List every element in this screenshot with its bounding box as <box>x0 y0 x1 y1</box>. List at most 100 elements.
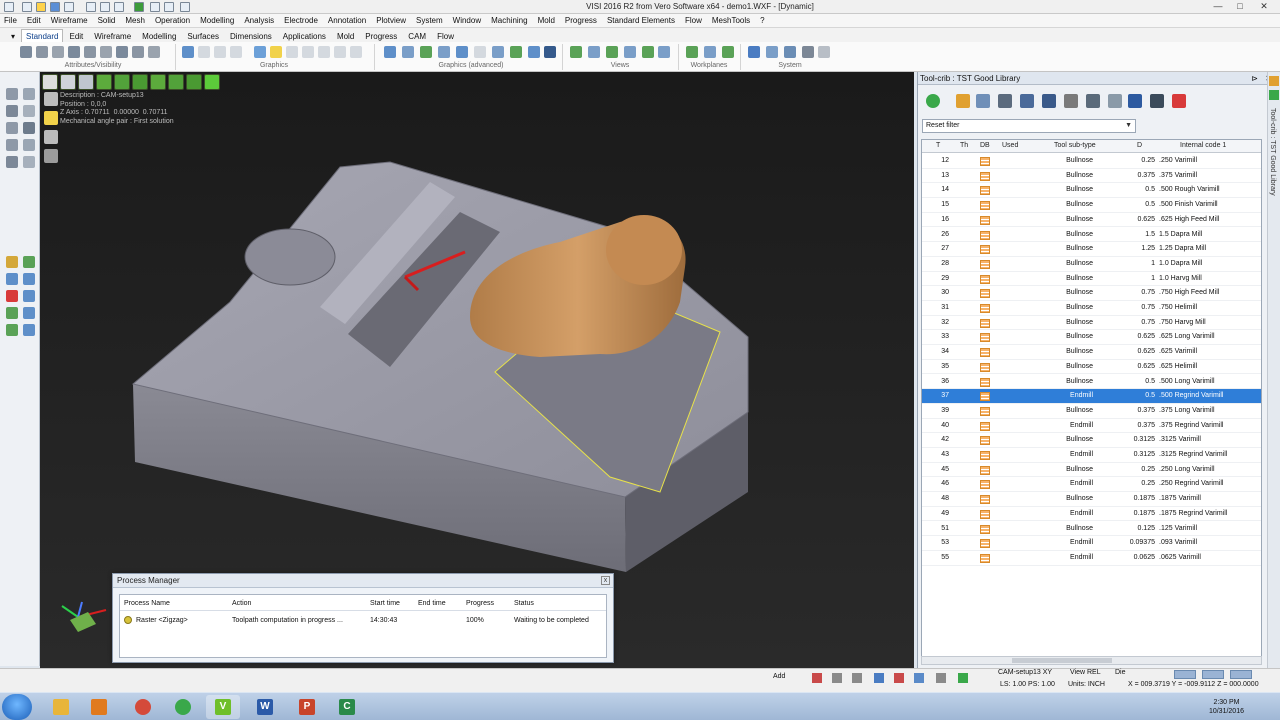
table-row[interactable]: Raster <Zigzag> Toolpath computation in … <box>120 614 606 628</box>
status-icon-1[interactable] <box>812 673 822 683</box>
view-top-icon[interactable] <box>588 46 600 58</box>
table-row[interactable]: 30 Bullnose 0.75 .750 High Feed Mill <box>922 286 1261 301</box>
left-tool-2-icon[interactable] <box>6 105 18 117</box>
tab-progress[interactable]: Progress <box>360 29 402 42</box>
table-row[interactable]: 15 Bullnose 0.5 .500 Finish Varimill <box>922 198 1261 213</box>
menu-item-8[interactable]: Electrode <box>284 16 318 25</box>
table-row[interactable]: 53 Endmill 0.09375 .093 Varimill <box>922 536 1261 551</box>
table-row[interactable]: 13 Bullnose 0.375 .375 Varimill <box>922 169 1261 184</box>
workplane-1-icon[interactable] <box>686 46 698 58</box>
maximize-button[interactable]: □ <box>1232 1 1248 12</box>
menu-item-17[interactable]: Flow <box>685 16 702 25</box>
left-tool-0-icon[interactable] <box>6 88 18 100</box>
undo-icon[interactable] <box>150 2 160 12</box>
hidden-view-icon[interactable] <box>230 46 242 58</box>
left-tool-10-icon[interactable] <box>6 256 18 268</box>
system-grid-icon[interactable] <box>748 46 760 58</box>
table-row[interactable]: 12 Bullnose 0.25 .250 Varimill <box>922 154 1261 169</box>
delete-icon[interactable] <box>1172 94 1186 108</box>
start-button[interactable] <box>2 694 32 720</box>
table-row[interactable]: 32 Bullnose 0.75 .750 Harvg Mill <box>922 316 1261 331</box>
status-icon-3[interactable] <box>852 673 862 683</box>
table-row[interactable]: 29 Bullnose 1 1.0 Harvg Mill <box>922 272 1261 287</box>
menu-item-4[interactable]: Mesh <box>125 16 145 25</box>
status-icon-6[interactable] <box>936 673 946 683</box>
open-icon[interactable] <box>36 2 46 12</box>
left-tool-1-icon[interactable] <box>23 88 35 100</box>
left-tool-14-icon[interactable] <box>6 290 18 302</box>
left-tool-9-icon[interactable] <box>23 156 35 168</box>
table-row[interactable]: 49 Endmill 0.1875 .1875 Regrind Varimill <box>922 507 1261 522</box>
process-manager-window[interactable]: Process Manager x Process Name Action St… <box>112 573 614 663</box>
table-row[interactable]: 40 Endmill 0.375 .375 Regrind Varimill <box>922 419 1261 434</box>
layer-icon[interactable] <box>20 46 32 58</box>
left-tool-18-icon[interactable] <box>6 324 18 336</box>
system-tools-icon[interactable] <box>802 46 814 58</box>
left-tool-11-icon[interactable] <box>23 256 35 268</box>
col-internal-code[interactable]: Internal code 1 <box>1180 142 1226 149</box>
filter-icon[interactable] <box>100 46 112 58</box>
wireframe-view-icon[interactable] <box>198 46 210 58</box>
pin-icon[interactable]: ⊳ <box>1251 72 1258 85</box>
menu-item-7[interactable]: Analysis <box>244 16 274 25</box>
table-row[interactable]: 26 Bullnose 1.5 1.5 Dapra Mill <box>922 228 1261 243</box>
left-tool-4-icon[interactable] <box>6 122 18 134</box>
gear-icon[interactable] <box>1064 94 1078 108</box>
table-row[interactable]: 39 Bullnose 0.375 .375 Long Varimill <box>922 404 1261 419</box>
tab-mold[interactable]: Mold <box>332 29 359 42</box>
menu-item-16[interactable]: Standard Elements <box>607 16 675 25</box>
add-label[interactable]: Add <box>773 673 785 680</box>
menu-item-15[interactable]: Progress <box>565 16 597 25</box>
zoom-icon[interactable] <box>182 46 194 58</box>
system-config-icon[interactable] <box>766 46 778 58</box>
filter-dropdown[interactable]: Reset filter ▼ <box>922 119 1136 133</box>
col-db[interactable]: DB <box>980 142 990 149</box>
system-extra-icon[interactable] <box>818 46 830 58</box>
table-row[interactable]: 27 Bullnose 1.25 1.25 Dapra Mill <box>922 242 1261 257</box>
left-tool-5-icon[interactable] <box>23 122 35 134</box>
table-row[interactable]: 36 Bullnose 0.5 .500 Long Varimill <box>922 375 1261 390</box>
folder-icon[interactable] <box>956 94 970 108</box>
menu-item-10[interactable]: Plotview <box>376 16 406 25</box>
left-tool-7-icon[interactable] <box>23 139 35 151</box>
view-right-icon[interactable] <box>624 46 636 58</box>
expand-icon[interactable] <box>1269 76 1279 86</box>
graphics-adv-6-icon[interactable] <box>474 46 486 58</box>
status-box-2[interactable] <box>1202 670 1224 679</box>
color-icon[interactable] <box>36 46 48 58</box>
workplane-3-icon[interactable] <box>722 46 734 58</box>
tab-standard[interactable]: Standard <box>21 29 64 42</box>
graphics-adv-9-icon[interactable] <box>528 46 540 58</box>
taskbar-app-explorer[interactable] <box>44 695 78 719</box>
col-start-time[interactable]: Start time <box>370 600 400 607</box>
table-row[interactable]: 51 Bullnose 0.125 .125 Varimill <box>922 522 1261 537</box>
status-icon-4[interactable] <box>894 673 904 683</box>
tab-dimensions[interactable]: Dimensions <box>225 29 277 42</box>
style-icon[interactable] <box>116 46 128 58</box>
highlight-icon[interactable] <box>270 46 282 58</box>
tab-wireframe[interactable]: Wireframe <box>89 29 136 42</box>
col-tool-subtype[interactable]: Tool sub-type <box>1054 142 1096 149</box>
table-row[interactable]: 14 Bullnose 0.5 .500 Rough Varimill <box>922 183 1261 199</box>
table-row[interactable]: 34 Bullnose 0.625 .625 Varimill <box>922 345 1261 360</box>
attributes-icon[interactable] <box>84 46 96 58</box>
left-tool-19-icon[interactable] <box>23 324 35 336</box>
tab-surfaces[interactable]: Surfaces <box>182 29 224 42</box>
refresh-icon[interactable] <box>134 2 144 12</box>
help-icon[interactable] <box>874 673 884 683</box>
copy-tool-icon[interactable] <box>1108 94 1122 108</box>
menu-item-1[interactable]: Edit <box>27 16 41 25</box>
view-front-icon[interactable] <box>606 46 618 58</box>
table-row[interactable]: 28 Bullnose 1 1.0 Dapra Mill <box>922 257 1261 272</box>
redo-more-icon[interactable] <box>180 2 190 12</box>
graphics-adv-4-icon[interactable] <box>438 46 450 58</box>
system-settings-icon[interactable] <box>784 46 796 58</box>
graphics-adv-10-icon[interactable] <box>544 46 556 58</box>
render-icon[interactable] <box>254 46 266 58</box>
search-icon[interactable] <box>1128 94 1142 108</box>
left-tool-16-icon[interactable] <box>6 307 18 319</box>
status-box-1[interactable] <box>1174 670 1196 679</box>
col-used[interactable]: Used <box>1002 142 1018 149</box>
graphics-adv-3-icon[interactable] <box>420 46 432 58</box>
menu-item-19[interactable]: ? <box>760 16 764 25</box>
